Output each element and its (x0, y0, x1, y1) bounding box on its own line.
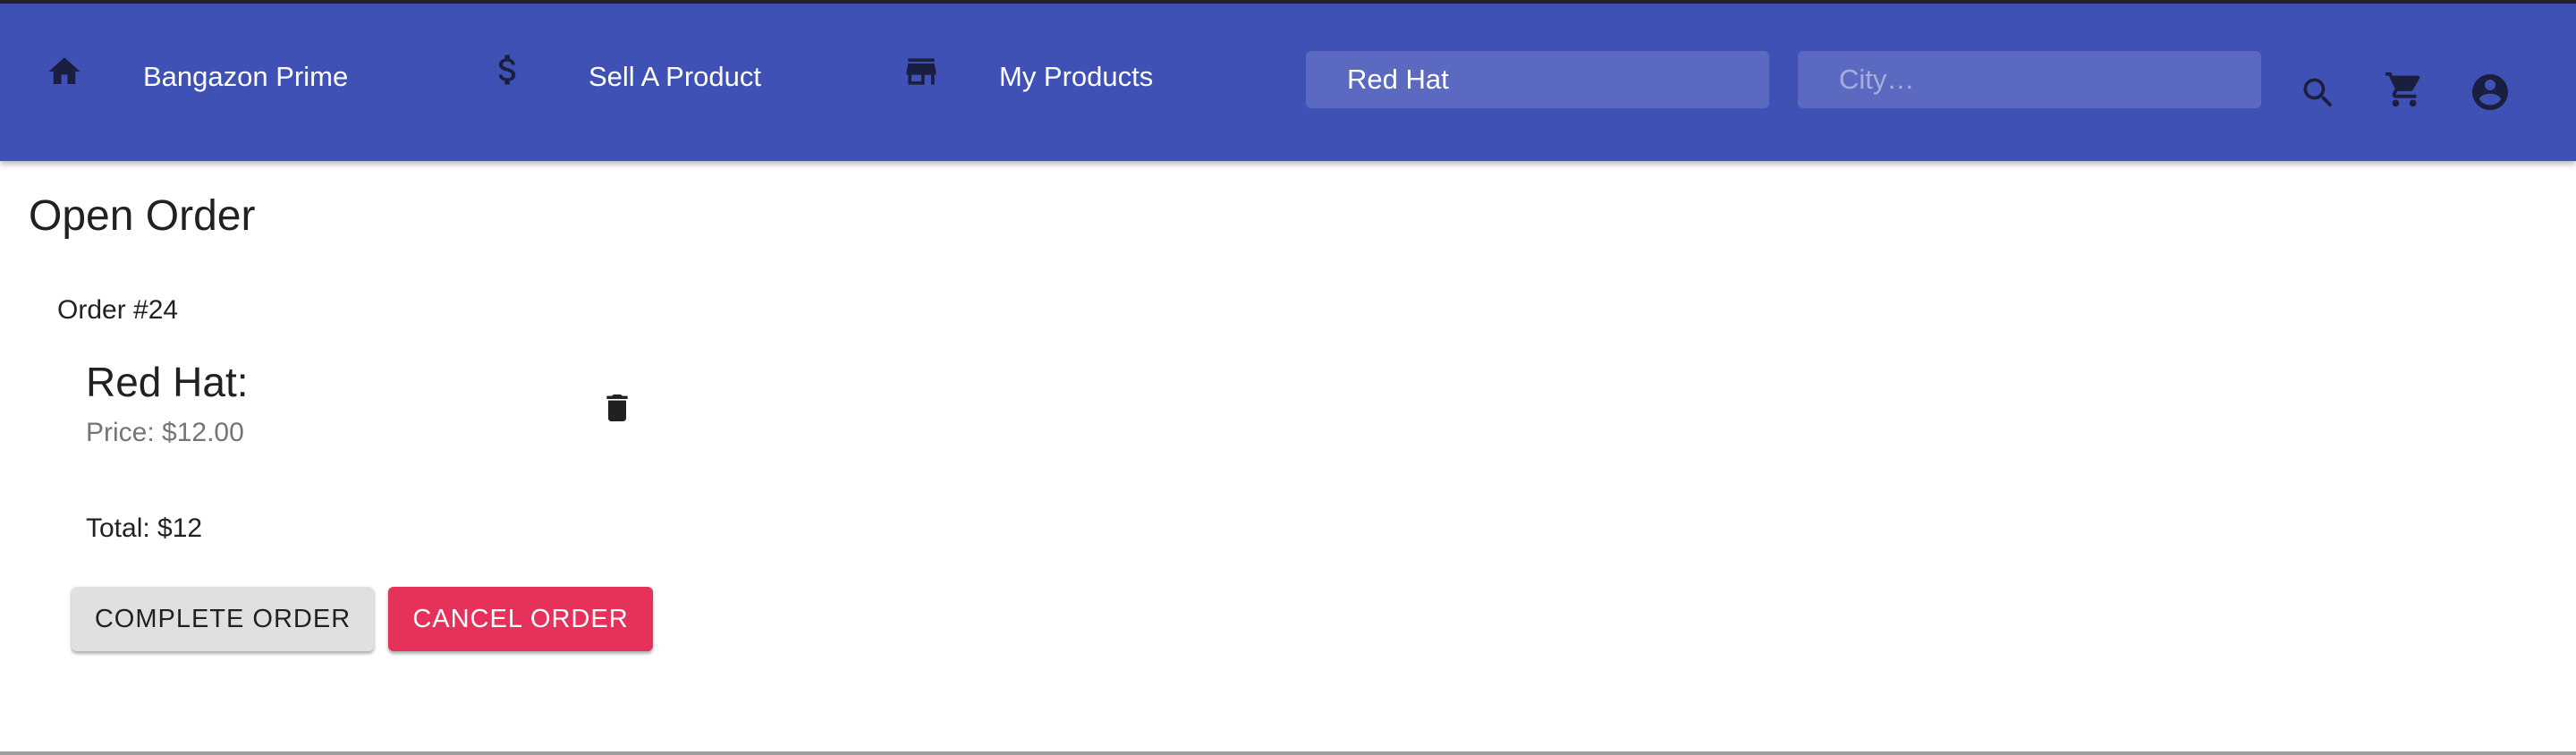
search-field (1306, 51, 1769, 108)
dollar-icon[interactable] (487, 48, 530, 91)
item-price: Price: $12.00 (86, 418, 244, 447)
bottom-divider (0, 751, 2576, 755)
app-bar: Bangazon Prime Sell A Product My Product… (0, 4, 2576, 161)
city-field (1798, 51, 2261, 108)
nav-link-sell-a-product[interactable]: Sell A Product (589, 59, 761, 95)
store-icon[interactable] (900, 50, 943, 93)
search-input[interactable] (1306, 51, 1769, 108)
search-icon[interactable] (2295, 70, 2342, 116)
cart-icon[interactable] (2381, 66, 2428, 113)
order-total: Total: $12 (86, 513, 203, 543)
complete-order-button[interactable]: Complete Order (72, 587, 374, 651)
nav-link-my-products[interactable]: My Products (999, 59, 1153, 95)
item-name: Red Hat: (86, 359, 249, 405)
order-number: Order #24 (57, 295, 179, 325)
home-icon[interactable] (43, 50, 86, 93)
city-input[interactable] (1798, 51, 2261, 108)
account-circle-icon[interactable] (2466, 68, 2514, 116)
trash-icon[interactable] (594, 385, 640, 431)
nav-link-bangazon-prime[interactable]: Bangazon Prime (143, 59, 348, 95)
cancel-order-button[interactable]: Cancel Order (388, 587, 653, 651)
page-title: Open Order (29, 192, 256, 240)
